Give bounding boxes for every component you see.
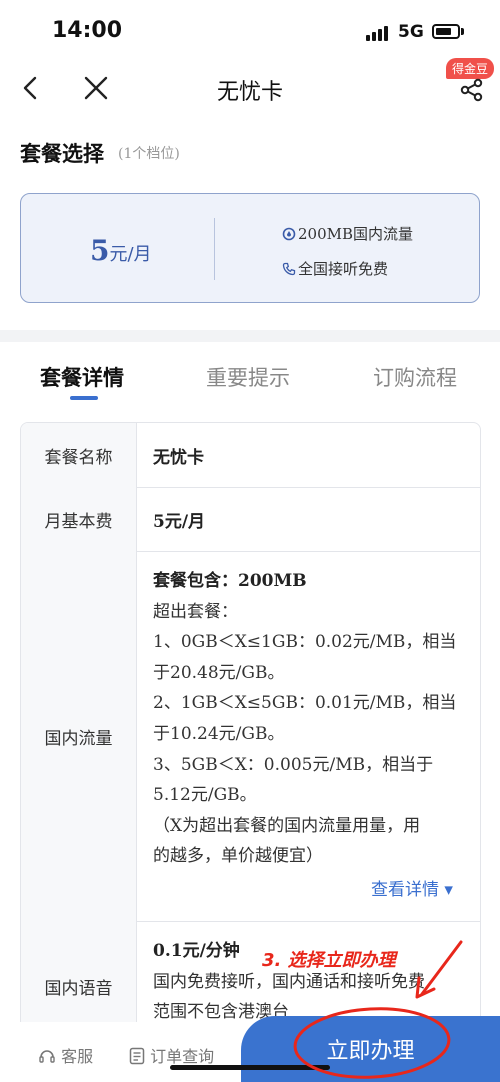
annotation-overlay: [293, 940, 463, 1079]
annotation-arrow-shaft: [420, 940, 463, 996]
annotation-ellipse: [293, 1007, 451, 1079]
